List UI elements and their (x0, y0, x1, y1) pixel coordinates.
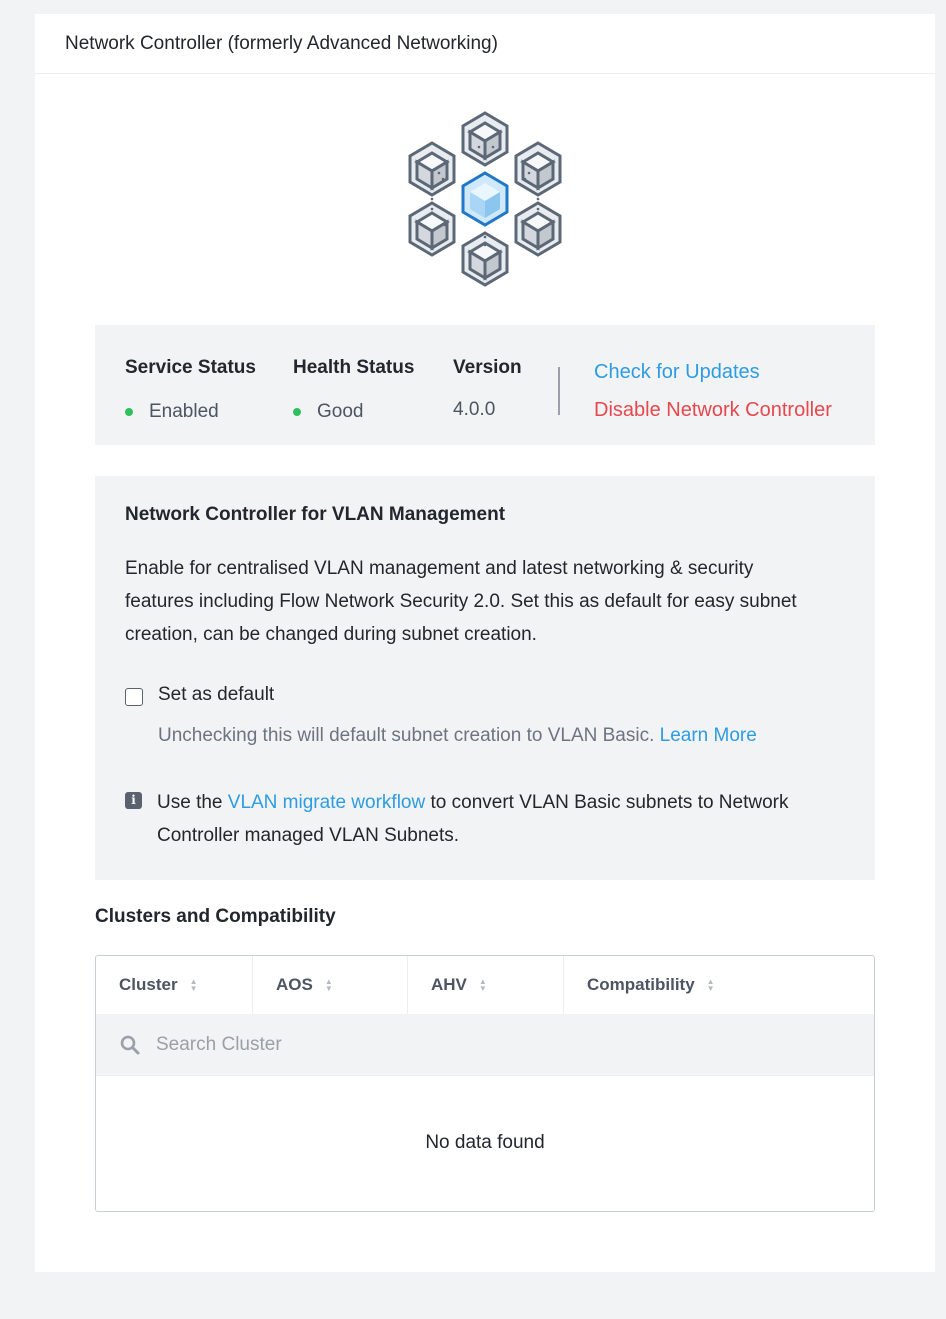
health-status-value: Good (293, 401, 363, 423)
sort-icon[interactable]: ▲ ▼ (190, 978, 198, 993)
vlan-management-section: Network Controller for VLAN Management E… (95, 476, 875, 880)
search-row (96, 1014, 874, 1076)
divider (558, 367, 560, 415)
learn-more-link[interactable]: Learn More (660, 725, 757, 746)
set-as-default-checkbox[interactable] (125, 688, 143, 706)
empty-state: No data found (425, 1132, 545, 1153)
health-status-text: Good (317, 401, 364, 422)
vlan-description: Enable for centralised VLAN management a… (125, 558, 797, 645)
info-icon: i (125, 792, 142, 809)
version-value: 4.0.0 (453, 399, 496, 420)
health-status-label: Health Status (293, 357, 415, 378)
column-label: AOS (276, 975, 313, 994)
sort-icon[interactable]: ▲ ▼ (479, 978, 487, 993)
status-dot-icon (293, 408, 301, 416)
column-label: AHV (431, 975, 467, 994)
service-status-value: Enabled (125, 401, 219, 423)
disable-network-controller-link[interactable]: Disable Network Controller (594, 399, 832, 422)
set-as-default-label[interactable]: Set as default (158, 684, 274, 706)
column-label: Cluster (119, 975, 178, 994)
panel-title: Network Controller (formerly Advanced Ne… (35, 14, 935, 74)
vlan-section-title: Network Controller for VLAN Management (125, 504, 506, 525)
search-icon (120, 1035, 140, 1054)
column-header-compatibility[interactable]: Compatibility ▲ ▼ (564, 956, 874, 1014)
service-status-text: Enabled (149, 401, 219, 422)
column-label: Compatibility (587, 975, 695, 994)
hexagon-cubes-icon (405, 109, 565, 289)
table-header: Cluster ▲ ▼ AOS ▲ ▼ AHV ▲ ▼ Compatibility ▲… (96, 956, 874, 1014)
column-header-ahv[interactable]: AHV ▲ ▼ (408, 956, 564, 1014)
migrate-info-prefix: Use the (157, 792, 223, 813)
sort-icon[interactable]: ▲ ▼ (707, 978, 715, 993)
default-hint-text: Unchecking this will default subnet crea… (158, 725, 655, 746)
status-dot-icon (125, 408, 133, 416)
service-status-label: Service Status (125, 357, 256, 378)
check-for-updates-link[interactable]: Check for Updates (594, 361, 760, 384)
default-hint: Unchecking this will default subnet crea… (158, 725, 757, 747)
status-summary: Service Status Enabled Health Status Goo… (95, 325, 875, 445)
clusters-table: Cluster ▲ ▼ AOS ▲ ▼ AHV ▲ ▼ Compatibility ▲… (95, 955, 875, 1212)
column-header-cluster[interactable]: Cluster ▲ ▼ (96, 956, 253, 1014)
version-label: Version (453, 357, 522, 378)
migrate-info: Use the VLAN migrate workflow to convert… (157, 786, 837, 852)
network-controller-panel: Network Controller (formerly Advanced Ne… (35, 14, 935, 1272)
search-cluster-input[interactable] (154, 1032, 758, 1057)
column-header-aos[interactable]: AOS ▲ ▼ (253, 956, 408, 1014)
vlan-migrate-workflow-link[interactable]: VLAN migrate workflow (228, 792, 425, 813)
sort-icon[interactable]: ▲ ▼ (325, 978, 333, 993)
clusters-section-title: Clusters and Compatibility (95, 906, 336, 927)
